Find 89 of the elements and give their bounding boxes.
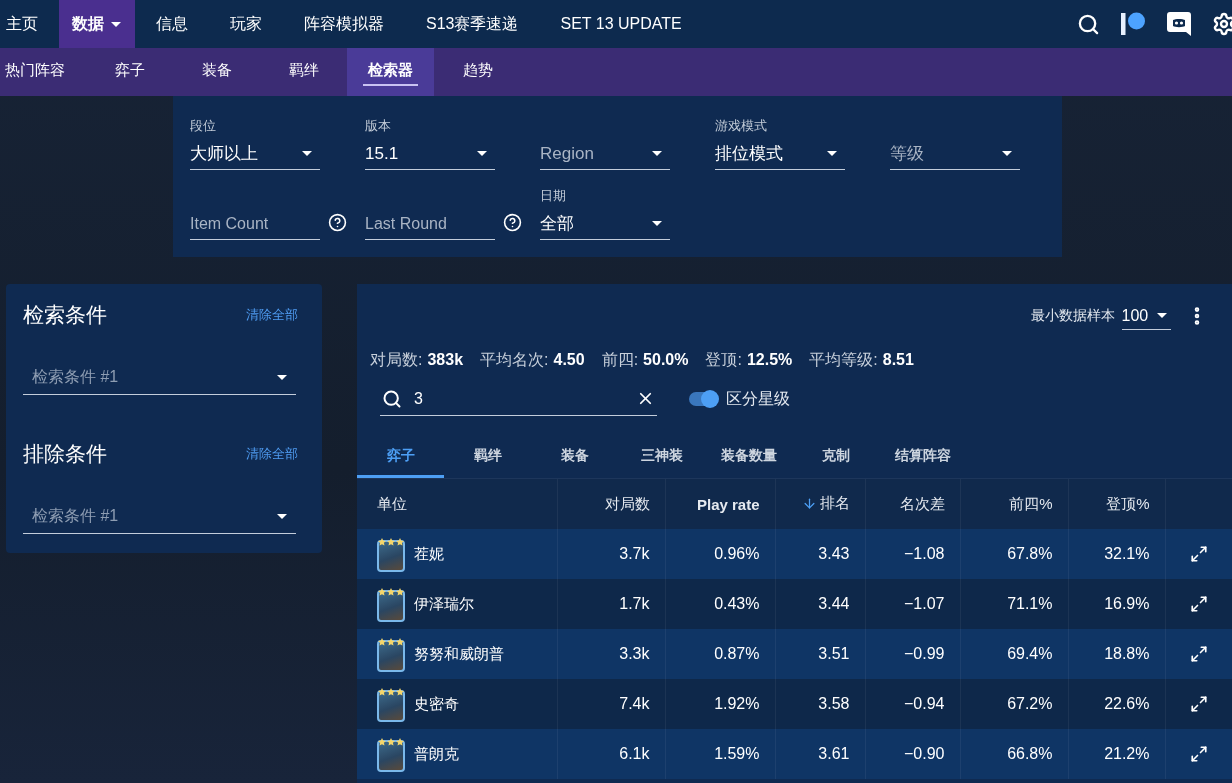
dropdown-field[interactable]: 检索条件 #1 [23,499,296,534]
nav-item[interactable]: 阵容模拟器 [283,0,405,48]
tab[interactable]: 装备 [531,436,618,478]
dropdown-field[interactable]: 等级 [890,134,1020,170]
field-label: 版本 [365,118,391,134]
field-label: 游戏模式 [715,118,767,134]
subnav-item[interactable]: 热门阵容 [0,48,86,96]
subnav-item[interactable]: 羁绊 [260,48,347,96]
dropdown-field[interactable]: Region [540,134,670,170]
table-cell: −0.90 [865,729,960,779]
unit-name: 史密奇 [414,694,459,714]
caret-icon [277,513,287,519]
caret-icon [277,374,287,380]
portrait-placeholder [377,739,405,772]
caret-icon [827,151,837,156]
subnav-item[interactable]: 装备 [173,48,260,96]
sample-size-dropdown[interactable]: 100 [1121,302,1171,330]
dropdown-field[interactable]: 15.1 [365,134,495,170]
caret-icon [1002,151,1012,156]
toggle-switch[interactable] [688,389,720,409]
portrait-placeholder [377,689,405,722]
section-title: 检索条件 [23,302,107,328]
nav-item[interactable]: S13赛季速递 [405,0,540,48]
dropdown-field[interactable]: 检索条件 #1 [23,360,296,395]
tab[interactable]: 羁绊 [444,436,531,478]
subnav-item[interactable]: 检索器 [347,48,434,96]
caret-icon [302,151,312,156]
caret-icon [477,151,487,156]
portrait-placeholder [377,539,405,572]
clear-all-link[interactable]: 清除全部 [246,306,298,324]
table-cell: 66.8% [960,729,1068,779]
nav-item[interactable]: SET 13 UPDATE [539,0,703,48]
table-cell: 6.1k [557,729,665,779]
stat-label: 平均等级: [809,350,878,370]
nav-item[interactable]: 玩家 [209,0,283,48]
search-icon [382,388,402,409]
toggle-label: 区分星级 [726,388,790,409]
unit-name: 努努和威朗普 [414,644,504,664]
stat-value: 4.50 [553,350,585,370]
field-label: 段位 [190,118,216,134]
input-field[interactable]: Item Count [190,204,320,240]
dropdown-field[interactable]: 大师以上 [190,134,320,170]
stat-label: 登顶: [705,350,742,370]
tab[interactable]: 克制 [792,436,879,478]
caret-icon [1156,313,1167,318]
tab[interactable]: 结算阵容 [879,436,966,478]
stat-label: 平均名次: [480,350,549,370]
clear-all-link[interactable]: 清除全部 [246,445,298,463]
input-field[interactable]: Last Round [365,204,495,240]
table-cell: 1.59% [665,729,775,779]
chat-bubble-icon[interactable] [1166,11,1192,37]
help-icon[interactable] [503,212,522,232]
nav-item[interactable]: 信息 [135,0,209,48]
expand-icon[interactable] [1189,745,1208,764]
search-icon[interactable] [1077,12,1100,36]
search-field[interactable]: 3 [380,382,657,416]
nav-item[interactable]: 数据 [59,0,135,48]
expand-icon[interactable] [1189,545,1208,564]
stat-value: 12.5% [746,350,793,370]
subnav-item[interactable]: 弈子 [86,48,173,96]
stat-value: 50.0% [643,350,689,370]
table-cell: 3.61 [775,729,865,779]
caret-icon [652,221,662,226]
field-label: 日期 [540,188,566,204]
stat-label: 前四: [601,350,639,370]
expand-icon[interactable] [1189,595,1208,614]
tab[interactable]: 三神装 [618,436,705,478]
portrait-placeholder [377,589,405,622]
section-title: 排除条件 [23,441,107,467]
tab[interactable]: 装备数量 [705,436,792,478]
dropdown-field[interactable]: 排位模式 [715,134,845,170]
sample-size-label: 最小数据样本 [1030,307,1115,325]
expand-icon[interactable] [1189,695,1208,714]
nav-item[interactable]: 主页 [0,0,59,48]
expand-icon[interactable] [1189,645,1208,664]
portrait-placeholder [377,639,405,672]
help-icon[interactable] [328,212,347,232]
table-cell: 21.2% [1068,729,1165,779]
dot-and-bar-icon[interactable] [1120,12,1146,36]
settings-icon[interactable] [1212,12,1232,36]
unit-name: 伊泽瑞尔 [414,594,474,614]
stat-label: 对局数: [370,350,423,370]
dropdown-field[interactable]: 全部 [540,204,670,240]
subnav-item[interactable]: 趋势 [434,48,521,96]
stat-value: 383k [427,350,464,370]
caret-icon [652,151,662,156]
unit-name: 茬妮 [414,544,444,564]
unit-name: 普朗克 [414,744,459,764]
stat-value: 8.51 [882,350,914,370]
